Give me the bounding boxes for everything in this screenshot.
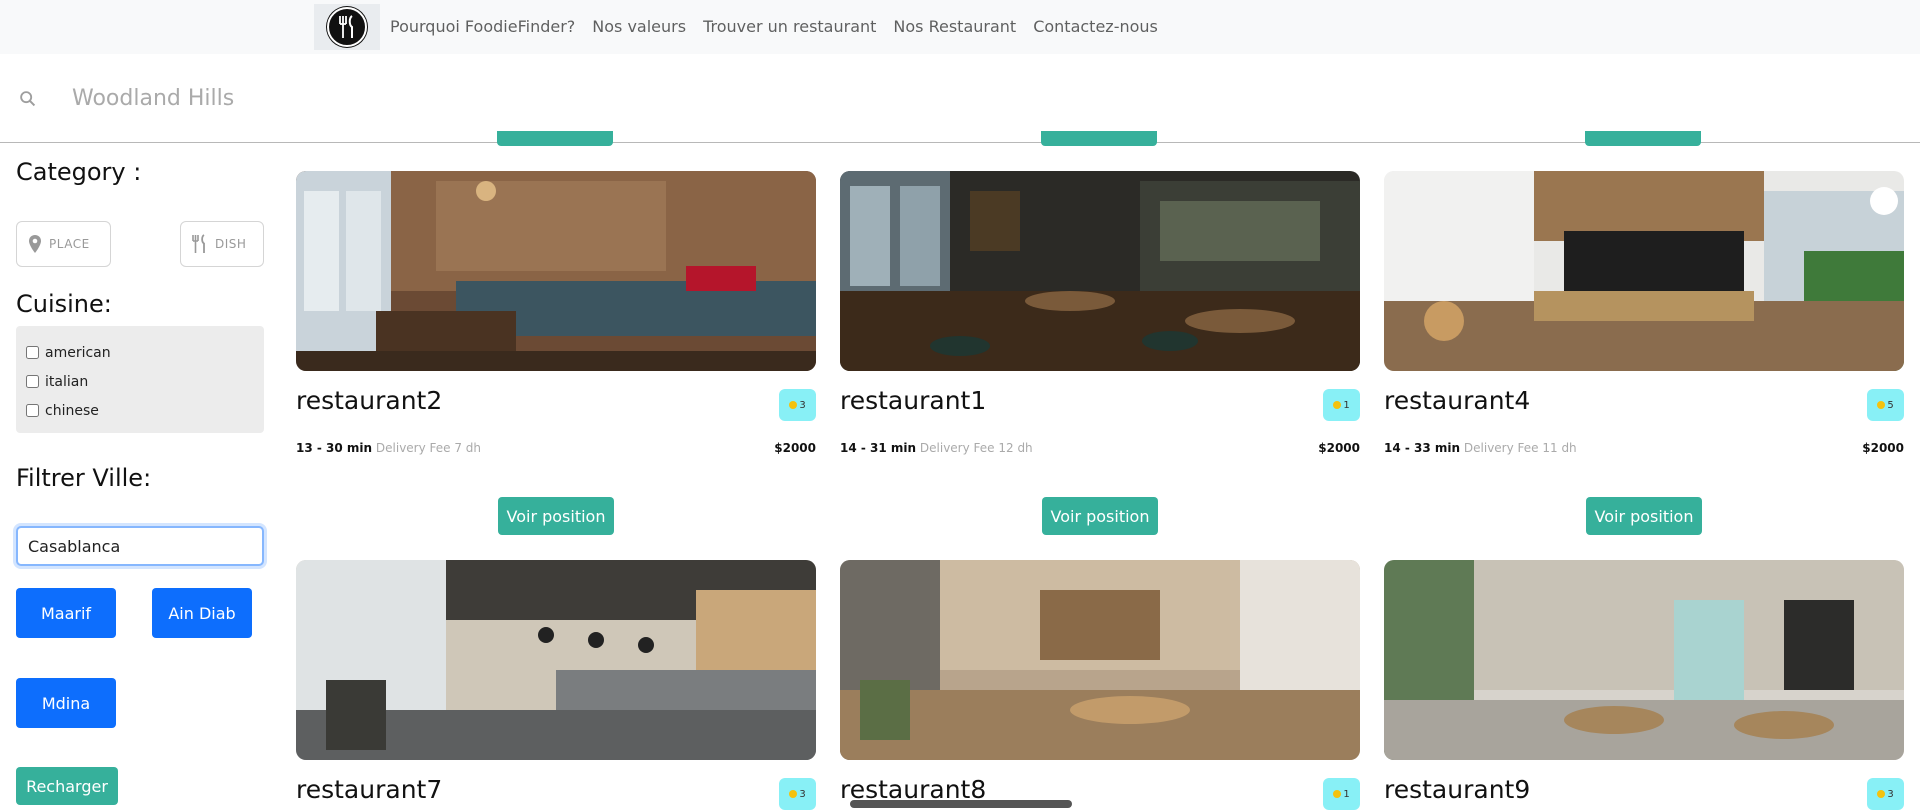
cuisine-label: chinese — [45, 402, 99, 419]
search-icon — [20, 91, 36, 107]
restaurant-name: restaurant4 — [1384, 386, 1531, 415]
nav-link-pourquoi[interactable]: Pourquoi FoodieFinder? — [390, 17, 575, 36]
delivery-time: 14 - 33 min — [1384, 441, 1461, 455]
nav-link-valeurs[interactable]: Nos valeurs — [592, 17, 686, 36]
fork-knife-icon — [327, 7, 367, 47]
rating-badge: 1 — [1323, 389, 1360, 421]
brand-logo[interactable] — [314, 4, 380, 50]
restaurant-photo[interactable] — [840, 560, 1360, 760]
nav-link-trouver[interactable]: Trouver un restaurant — [703, 17, 876, 36]
cuisine-heading: Cuisine: — [16, 290, 112, 318]
nav-link-contact[interactable]: Contactez-nous — [1033, 17, 1158, 36]
location-pin-icon — [29, 235, 41, 253]
rating-value: 5 — [1887, 399, 1894, 411]
star-icon — [1333, 790, 1342, 798]
cuisine-checkbox[interactable] — [26, 375, 39, 388]
price: $2000 — [1862, 441, 1904, 455]
utensils-icon — [192, 234, 205, 253]
dish-filter-chip[interactable]: DISH — [180, 221, 264, 267]
restaurant-photo[interactable] — [296, 171, 816, 371]
rating-value: 1 — [1343, 788, 1350, 800]
search-bar — [0, 54, 1920, 143]
restaurant-name: restaurant7 — [296, 775, 443, 804]
rating-value: 1 — [1343, 399, 1350, 411]
ville-input[interactable] — [16, 526, 264, 566]
restaurant-card[interactable]: restaurant8 1 — [840, 560, 1360, 810]
rating-badge: 5 — [1867, 389, 1904, 421]
cuisine-list: american italian chinese — [16, 326, 264, 433]
category-heading: Category : — [16, 158, 142, 186]
voir-position-button[interactable]: Voir position — [498, 497, 614, 535]
voir-position-button[interactable] — [497, 131, 613, 146]
star-icon — [1877, 790, 1886, 798]
cuisine-label: american — [45, 344, 111, 361]
restaurant-card[interactable]: restaurant2 3 13 - 30 min Delivery Fee 7… — [296, 171, 816, 455]
delivery-info: 14 - 31 min Delivery Fee 12 dh — [840, 441, 1033, 455]
city-button-maarif[interactable]: Maarif — [16, 588, 116, 638]
horizontal-scrollbar[interactable] — [850, 800, 1072, 808]
restaurant-card[interactable]: restaurant9 3 — [1384, 560, 1904, 810]
rating-badge: 3 — [779, 389, 816, 421]
star-icon — [1333, 401, 1342, 409]
voir-position-button[interactable] — [1041, 131, 1157, 146]
city-button-ain-diab[interactable]: Ain Diab — [152, 588, 252, 638]
delivery-info: 14 - 33 min Delivery Fee 11 dh — [1384, 441, 1577, 455]
restaurant-photo[interactable] — [840, 171, 1360, 371]
place-chip-label: PLACE — [49, 237, 90, 251]
rating-value: 3 — [1887, 788, 1894, 800]
nav-links: Pourquoi FoodieFinder? Nos valeurs Trouv… — [390, 17, 1158, 36]
rating-badge: 3 — [1867, 778, 1904, 810]
restaurant-name: restaurant9 — [1384, 775, 1531, 804]
reload-button[interactable]: Recharger — [16, 767, 118, 805]
place-filter-chip[interactable]: PLACE — [16, 221, 111, 267]
star-icon — [1877, 401, 1886, 409]
price: $2000 — [1318, 441, 1360, 455]
restaurant-card[interactable]: restaurant7 3 — [296, 560, 816, 810]
delivery-time: 14 - 31 min — [840, 441, 917, 455]
cuisine-checkbox[interactable] — [26, 346, 39, 359]
restaurant-card[interactable]: restaurant4 5 14 - 33 min Delivery Fee 1… — [1384, 171, 1904, 455]
city-button-mdina[interactable]: Mdina — [16, 678, 116, 728]
filter-sidebar: Category : PLACE DISH Cuisine: american … — [0, 144, 280, 805]
rating-value: 3 — [799, 399, 806, 411]
nav-link-restaurants[interactable]: Nos Restaurant — [893, 17, 1016, 36]
rating-badge: 3 — [779, 778, 816, 810]
voir-position-button[interactable] — [1585, 131, 1701, 146]
ville-filter-heading: Filtrer Ville: — [16, 464, 152, 492]
delivery-time: 13 - 30 min — [296, 441, 373, 455]
star-icon — [789, 401, 798, 409]
restaurant-name: restaurant2 — [296, 386, 443, 415]
restaurant-photo[interactable] — [1384, 560, 1904, 760]
delivery-fee: Delivery Fee 12 dh — [919, 441, 1033, 455]
cuisine-option-italian[interactable]: italian — [26, 367, 254, 396]
cuisine-option-chinese[interactable]: chinese — [26, 396, 254, 425]
top-navbar: Pourquoi FoodieFinder? Nos valeurs Trouv… — [0, 0, 1920, 54]
star-icon — [789, 790, 798, 798]
cuisine-label: italian — [45, 373, 89, 390]
voir-position-button[interactable]: Voir position — [1586, 497, 1702, 535]
search-input[interactable] — [72, 78, 872, 118]
dish-chip-label: DISH — [215, 237, 247, 251]
restaurant-name: restaurant1 — [840, 386, 987, 415]
cuisine-checkbox[interactable] — [26, 404, 39, 417]
restaurant-photo[interactable] — [1384, 171, 1904, 371]
delivery-fee: Delivery Fee 7 dh — [375, 441, 482, 455]
rating-badge: 1 — [1323, 778, 1360, 810]
cuisine-option-american[interactable]: american — [26, 338, 254, 367]
delivery-info: 13 - 30 min Delivery Fee 7 dh — [296, 441, 481, 455]
restaurant-card[interactable]: restaurant1 1 14 - 31 min Delivery Fee 1… — [840, 171, 1360, 455]
rating-value: 3 — [799, 788, 806, 800]
voir-position-button[interactable]: Voir position — [1042, 497, 1158, 535]
restaurant-photo[interactable] — [296, 560, 816, 760]
price: $2000 — [774, 441, 816, 455]
delivery-fee: Delivery Fee 11 dh — [1463, 441, 1577, 455]
